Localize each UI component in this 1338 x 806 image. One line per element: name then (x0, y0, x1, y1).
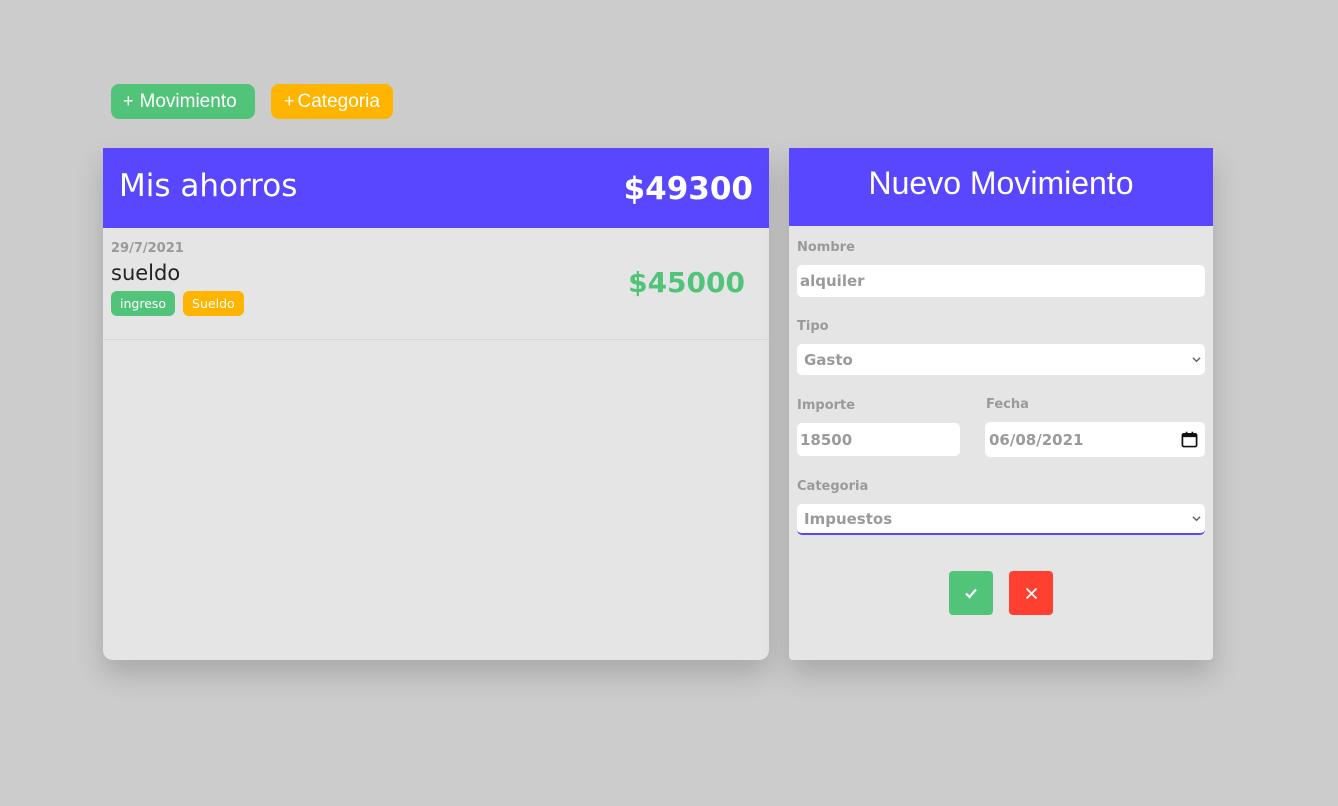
importe-input[interactable]: 18500 (797, 423, 960, 456)
movement-amount: $45000 (628, 266, 745, 299)
chevron-down-icon (1192, 516, 1201, 522)
savings-card: Mis ahorros $49300 29/7/2021 sueldo ingr… (103, 148, 769, 660)
plus-icon: + (123, 91, 134, 111)
importe-value: 18500 (800, 430, 853, 449)
add-category-button[interactable]: + Categoria (271, 84, 393, 119)
categoria-select[interactable]: Impuestos (797, 504, 1205, 535)
type-tag: ingreso (111, 291, 176, 316)
check-icon (965, 588, 977, 599)
movement-date: 29/7/2021 (111, 241, 184, 256)
close-icon (1025, 587, 1037, 599)
nombre-value: alquiler (800, 272, 865, 290)
new-movement-form: Nuevo Movimiento Nombre alquiler Tipo Ga… (789, 148, 1213, 660)
fecha-input[interactable]: 06/08/2021 (985, 422, 1205, 457)
movement-name: sueldo (111, 261, 181, 285)
category-tag: Sueldo (183, 291, 244, 316)
add-movement-label: Movimiento (139, 90, 237, 112)
confirm-button[interactable] (949, 571, 993, 615)
add-movement-button[interactable]: + Movimiento (111, 84, 255, 119)
chevron-down-icon (1192, 357, 1201, 363)
movement-item[interactable]: 29/7/2021 sueldo ingreso Sueldo $45000 (103, 228, 769, 340)
form-title: Nuevo Movimiento (789, 148, 1213, 226)
savings-header: Mis ahorros $49300 (103, 148, 769, 228)
add-category-label: Categoria (297, 90, 380, 112)
savings-total: $49300 (623, 171, 753, 207)
nombre-label: Nombre (797, 240, 855, 255)
calendar-icon[interactable] (1181, 431, 1198, 448)
fecha-label: Fecha (986, 397, 1029, 412)
savings-title: Mis ahorros (119, 168, 298, 204)
plus-icon: + (284, 91, 295, 111)
categoria-label: Categoria (797, 479, 869, 494)
top-toolbar: + Movimiento + Categoria (111, 84, 393, 119)
categoria-value: Impuestos (804, 509, 893, 528)
tipo-label: Tipo (797, 319, 829, 334)
movement-tags: ingreso Sueldo (111, 291, 244, 316)
importe-label: Importe (797, 398, 856, 413)
tipo-value: Gasto (804, 350, 853, 369)
cancel-button[interactable] (1009, 571, 1053, 615)
tipo-select[interactable]: Gasto (797, 344, 1205, 375)
nombre-input[interactable]: alquiler (797, 265, 1205, 297)
fecha-value: 06/08/2021 (989, 430, 1084, 449)
